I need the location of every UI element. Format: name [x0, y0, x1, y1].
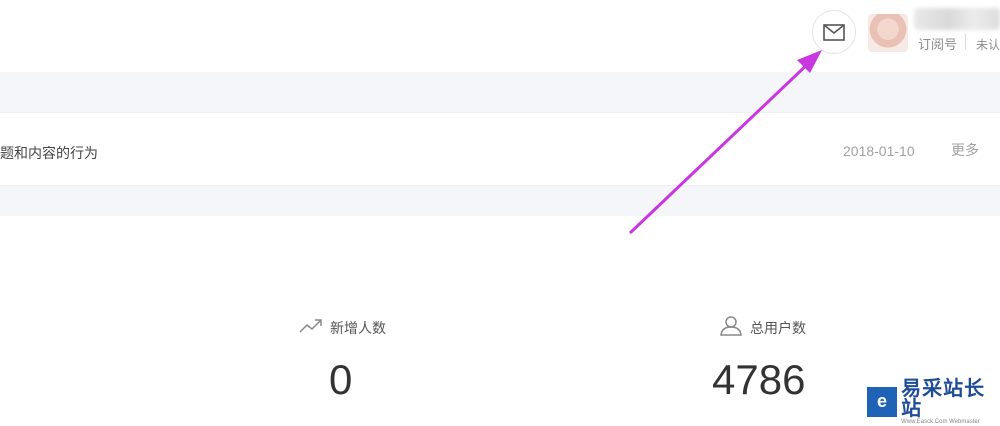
avatar[interactable]	[868, 14, 908, 52]
new-users-value: 0	[329, 356, 353, 403]
section-band	[0, 72, 1000, 112]
watermark-title: 易采站长站	[901, 375, 986, 420]
total-users-value: 4786	[712, 356, 806, 403]
notice-row[interactable]: 题和内容的行为 2018-01-10 更多	[0, 112, 1000, 186]
account-divider	[965, 34, 966, 50]
watermark-subtitle: Www.Easck.Com Webmaster	[901, 418, 980, 425]
total-users-label: 总用户数	[750, 320, 806, 336]
account-status-label[interactable]: 未认	[976, 36, 1000, 53]
top-bar: 订阅号 未认	[0, 0, 1000, 72]
account-type-label: 订阅号	[918, 37, 958, 52]
notice-title[interactable]: 题和内容的行为	[0, 143, 98, 163]
section-band-lower	[0, 186, 1000, 216]
trend-up-icon	[299, 319, 322, 333]
mail-icon	[823, 23, 845, 41]
new-users-label: 新增人数	[330, 320, 386, 336]
account-name-blurred[interactable]	[914, 8, 1000, 30]
user-icon	[720, 316, 742, 336]
watermark-logo-icon: e	[867, 386, 898, 417]
site-watermark: e 易采站长站 Www.Easck.Com Webmaster	[865, 378, 1000, 425]
more-link[interactable]: 更多	[951, 140, 979, 160]
mail-button[interactable]	[812, 10, 856, 54]
notice-date: 2018-01-10	[843, 143, 915, 159]
